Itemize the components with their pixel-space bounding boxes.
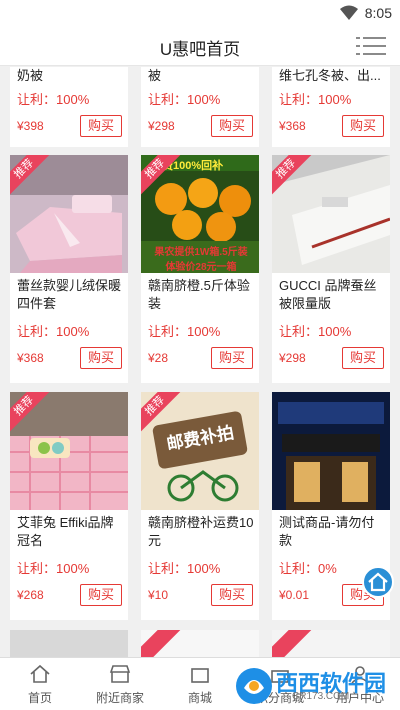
product-name: 赣南脐橙补运费10元 — [148, 515, 254, 548]
product-card[interactable]: 邮费100%回补 果农提供1W箱.5斤装 体验价28元一箱 推荐 赣南脐橙.5斤… — [141, 155, 259, 383]
product-name: 赣南脐橙.5斤体验装 — [148, 278, 250, 311]
product-card[interactable] — [10, 630, 128, 657]
product-feed[interactable]: 奶被 让利：100% ¥398 购买 被 让利：100% ¥298 购买 维七孔… — [0, 67, 400, 657]
product-card[interactable] — [141, 630, 259, 657]
watermark-logo-icon — [236, 668, 272, 704]
site-watermark: 西西软件园 CR173.COM — [234, 664, 394, 708]
product-image[interactable]: 邮费100%回补 果农提供1W箱.5斤装 体验价28元一箱 推荐 — [141, 155, 259, 273]
product-image[interactable]: 推荐 — [10, 392, 128, 510]
buy-button[interactable]: 购买 — [342, 115, 384, 137]
product-profit: 让利：100% — [279, 92, 352, 107]
buy-button[interactable]: 购买 — [80, 584, 122, 606]
product-profit: 让利：100% — [17, 324, 90, 339]
home-icon — [368, 572, 388, 592]
buy-button[interactable]: 购买 — [342, 347, 384, 369]
product-price: ¥0.01 — [279, 588, 310, 602]
product-price: ¥298 — [279, 351, 306, 365]
product-name: 艾菲兔 Effiki品牌冠名 — [17, 515, 114, 548]
product-card[interactable]: 奶被 让利：100% ¥398 购买 — [10, 67, 128, 147]
product-name: GUCCI 品牌蚕丝被限量版 — [279, 278, 377, 311]
buy-button[interactable]: 购买 — [80, 115, 122, 137]
tab-label: 附近商家 — [95, 691, 144, 705]
wifi-icon — [340, 5, 358, 20]
product-name: 奶被 — [17, 68, 44, 83]
product-profit: 让利：0% — [279, 561, 337, 576]
tab-label: 商城 — [187, 691, 212, 705]
product-image[interactable]: 邮费补拍 推荐 — [141, 392, 259, 510]
product-price: ¥368 — [279, 119, 306, 133]
product-price: ¥10 — [148, 588, 169, 602]
tab-home[interactable]: 首页 — [0, 658, 80, 710]
product-price: ¥398 — [17, 119, 44, 133]
shopping-bag-icon — [191, 668, 209, 683]
page-title: U惠吧首页 — [159, 40, 241, 59]
product-image[interactable]: 推荐 — [10, 155, 128, 273]
product-profit: 让利：100% — [17, 561, 90, 576]
product-price: ¥28 — [148, 351, 169, 365]
product-name: 测试商品-请勿付款 — [279, 515, 375, 548]
status-bar: 8:05 — [0, 0, 400, 26]
menu-icon[interactable] — [356, 34, 386, 58]
recommend-tag — [141, 630, 181, 657]
product-image[interactable] — [141, 630, 259, 657]
image-caption: 体验价28元一箱 — [165, 262, 237, 273]
home-icon — [30, 664, 50, 683]
product-image[interactable]: 推荐 — [272, 155, 390, 273]
store-icon — [109, 665, 131, 683]
buy-button[interactable]: 购买 — [80, 347, 122, 369]
app-header: U惠吧首页 — [0, 26, 400, 66]
product-profit: 让利：100% — [148, 561, 221, 576]
product-card[interactable]: 被 让利：100% ¥298 购买 — [141, 67, 259, 147]
buy-button[interactable]: 购买 — [211, 347, 253, 369]
floating-home-button[interactable] — [362, 566, 394, 598]
tab-nearby[interactable]: 附近商家 — [80, 658, 160, 710]
product-card[interactable]: 推荐 艾菲兔 Effiki品牌冠名 让利：100% ¥268 购买 — [10, 392, 128, 620]
product-profit: 让利：100% — [17, 92, 90, 107]
watermark-url: CR173.COM — [292, 691, 350, 702]
recommend-tag — [272, 630, 312, 657]
product-name: 被 — [148, 68, 162, 83]
status-time: 8:05 — [364, 5, 392, 21]
product-card[interactable]: 推荐 蕾丝款婴儿绒保暖四件套 让利：100% ¥368 购买 — [10, 155, 128, 383]
app-screen: { "status": { "time": "8:05" }, "header"… — [0, 0, 400, 710]
product-price: ¥368 — [17, 351, 44, 365]
product-profit: 让利：100% — [279, 324, 352, 339]
product-name: 维七孔冬被、出... — [279, 68, 381, 83]
product-card[interactable]: 推荐 GUCCI 品牌蚕丝被限量版 让利：100% ¥298 购买 — [272, 155, 390, 383]
product-card[interactable]: 邮费补拍 推荐 赣南脐橙补运费10元 让利：100% ¥10 购买 — [141, 392, 259, 620]
product-profit: 让利：100% — [148, 324, 221, 339]
product-card[interactable]: 维七孔冬被、出... 让利：100% ¥368 购买 — [272, 67, 390, 147]
product-price: ¥298 — [148, 119, 175, 133]
buy-button[interactable]: 购买 — [211, 115, 253, 137]
product-price: ¥268 — [17, 588, 44, 602]
product-profit: 让利：100% — [148, 92, 221, 107]
tab-label: 首页 — [27, 691, 52, 705]
product-image[interactable] — [272, 392, 390, 510]
product-image[interactable] — [272, 630, 390, 657]
product-name: 蕾丝款婴儿绒保暖四件套 — [17, 278, 122, 311]
image-caption: 果农提供1W箱.5斤装 — [154, 247, 248, 258]
tab-mall[interactable]: 商城 — [160, 658, 240, 710]
product-card[interactable] — [272, 630, 390, 657]
product-image[interactable] — [10, 630, 128, 657]
buy-button[interactable]: 购买 — [211, 584, 253, 606]
